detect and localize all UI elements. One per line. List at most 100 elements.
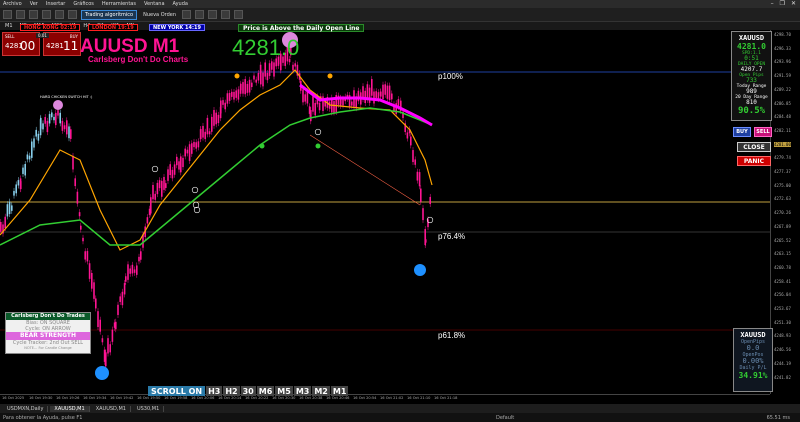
lot-size-field[interactable]: 0.01 — [36, 33, 49, 38]
candle-body — [22, 167, 24, 174]
price-tick: 4286.85 — [774, 100, 791, 106]
candle-body — [382, 84, 384, 100]
price-chart[interactable] — [0, 30, 770, 394]
tf-h3[interactable]: H3 — [206, 386, 223, 396]
tf-m6[interactable]: M6 — [256, 386, 275, 396]
candle-body — [136, 265, 138, 275]
algo-trading-button[interactable]: Trading algorítmico — [81, 9, 138, 20]
candle-body — [257, 73, 260, 81]
candle-body — [26, 154, 29, 160]
zoom-out-icon[interactable] — [234, 10, 244, 19]
trades-panel-title: Carlsberg Don't Do Trades — [6, 313, 90, 320]
candle-body — [97, 311, 99, 327]
period-m1[interactable]: M1 — [3, 23, 15, 29]
panic-button[interactable]: PANIC — [737, 156, 771, 166]
candle-body — [125, 276, 127, 282]
new-chart-icon[interactable] — [3, 10, 12, 19]
current-low-marker — [414, 264, 426, 276]
quick-buy-super: 11 — [63, 39, 79, 53]
tf-m3[interactable]: M3 — [293, 386, 312, 396]
candle-body — [105, 352, 107, 367]
candle-body — [53, 116, 55, 121]
candle-body — [193, 141, 195, 148]
menu-item-5[interactable]: Ventana — [144, 1, 165, 7]
chart-tab-0[interactable]: USDMXN,Daily — [3, 405, 49, 412]
candle-body — [294, 63, 296, 67]
candle-body — [163, 176, 165, 190]
tf-h2[interactable]: H2 — [223, 386, 240, 396]
candle-body — [197, 141, 200, 148]
tf-m2[interactable]: M2 — [312, 386, 330, 396]
chart-line-icon[interactable] — [208, 10, 218, 19]
candle-body — [55, 112, 57, 126]
menu-item-6[interactable]: Ayuda — [173, 1, 188, 7]
tf-30[interactable]: 30 — [240, 386, 256, 396]
quick-sell-label: SELL — [5, 34, 15, 39]
status-help: Para obtener la Ayuda, pulse F1 — [3, 414, 83, 421]
candle-body — [422, 208, 424, 221]
tester-icon[interactable] — [68, 10, 77, 19]
menu-item-3[interactable]: Gráficos — [73, 1, 94, 7]
candle-body — [211, 116, 213, 132]
candle-body — [80, 225, 82, 230]
tf-m1[interactable]: M1 — [330, 386, 349, 396]
price-tick: 4298.70 — [774, 32, 791, 37]
session-hongkong: HONG KONG 02:19 — [20, 24, 81, 31]
close-icon[interactable]: ✕ — [791, 0, 796, 7]
signal-circle — [314, 128, 322, 136]
candle-body — [74, 178, 76, 187]
candle-body — [248, 79, 251, 93]
candle-body — [371, 79, 373, 96]
hard-chicken-label: HARD CHICKEN SWITCH HIT :) — [40, 95, 93, 99]
market-watch-icon[interactable] — [29, 10, 38, 19]
menu-item-4[interactable]: Herramientas — [102, 1, 136, 7]
time-axis[interactable]: 16 Oct 2025 16 Oct 19:30 16 Oct 19:26 16 Oc… — [0, 394, 770, 404]
tf-m5[interactable]: M5 — [275, 386, 293, 396]
time-tick: 16 Oct 19:58 — [164, 396, 188, 400]
menu-item-0[interactable]: Archivo — [3, 1, 22, 7]
maximize-icon[interactable]: ❐ — [780, 0, 785, 7]
close-button[interactable]: CLOSE — [737, 142, 771, 152]
daily-open-message: Price is Above the Daily Open Line — [238, 24, 365, 32]
candle-body — [154, 193, 156, 200]
candle-body — [59, 112, 61, 124]
candle-body — [191, 143, 193, 154]
chart-tab-3[interactable]: US30,M1 — [133, 405, 165, 412]
candle-body — [42, 123, 44, 130]
candle-body — [222, 100, 224, 105]
candle-body — [15, 184, 17, 194]
candle-body — [246, 83, 249, 93]
chart-canvas[interactable] — [0, 30, 770, 394]
price-tick: 4253.67 — [774, 306, 791, 311]
minimize-icon[interactable]: – — [771, 0, 774, 7]
chart-tab-1[interactable]: XAUUSD,M1 — [50, 405, 90, 412]
chart-tab-2[interactable]: XAUUSD,M1 — [92, 405, 131, 412]
bear-strength: BEAR STRENGTH — [6, 332, 90, 340]
new-order-button[interactable]: Nueva Orden — [141, 12, 178, 18]
candle-body — [176, 156, 178, 166]
price-axis[interactable]: 4298.70 4296.33 4293.96 4291.59 4289.22 4286.… — [770, 30, 800, 394]
candle-body — [310, 110, 312, 122]
candle-body — [70, 129, 72, 139]
chart-candles-icon[interactable] — [195, 10, 205, 19]
profiles-icon[interactable] — [16, 10, 25, 19]
menu-item-1[interactable]: Ver — [30, 1, 38, 7]
chart-bars-icon[interactable] — [182, 10, 192, 19]
chart-tabs: USDMXN,Daily XAUUSD,M1 XAUUSD,M1 US30,M1 — [0, 404, 800, 413]
candle-body — [158, 180, 161, 189]
candle-body — [111, 329, 114, 342]
candle-body — [184, 148, 186, 157]
session-newyork: NEW YORK 14:19 — [149, 24, 205, 31]
candle-body — [215, 112, 217, 125]
scroll-toggle[interactable]: SCROLL ON — [148, 386, 206, 396]
terminal-icon[interactable] — [55, 10, 64, 19]
sell-button[interactable]: SELL — [754, 127, 772, 137]
buy-button[interactable]: BUY — [733, 127, 751, 137]
zoom-in-icon[interactable] — [221, 10, 231, 19]
menu-item-2[interactable]: Insertar — [46, 1, 65, 7]
candle-body — [204, 131, 206, 140]
candle-body — [133, 269, 136, 273]
candle-body — [364, 90, 366, 104]
navigator-icon[interactable] — [42, 10, 51, 19]
quick-sell-box[interactable]: SELL 4281 00 — [2, 32, 40, 56]
